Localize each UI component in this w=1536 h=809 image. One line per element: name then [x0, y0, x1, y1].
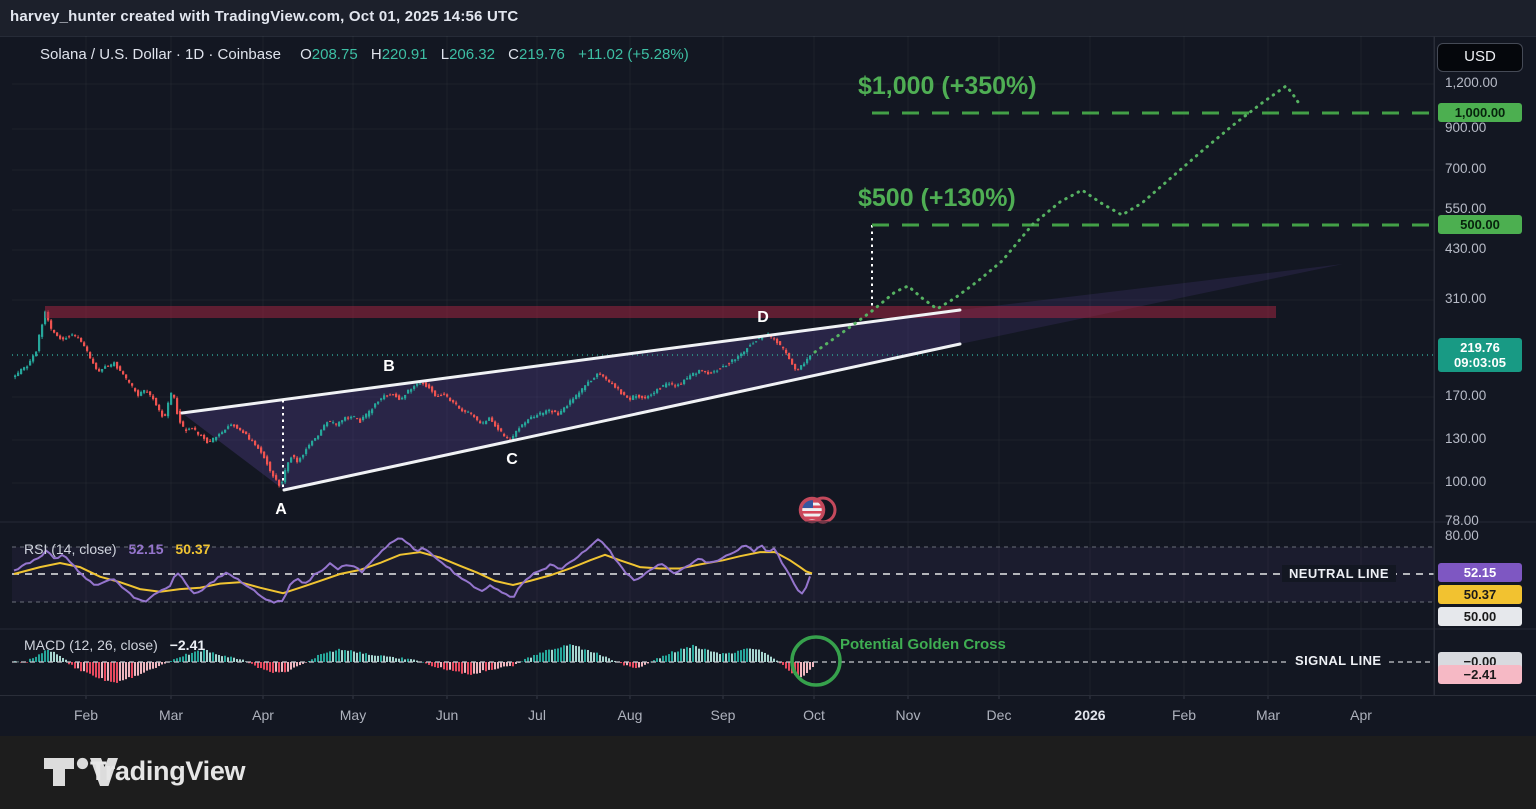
target-annotation-500: $500 (+130%)	[858, 184, 1016, 213]
golden-cross-annotation: Potential Golden Cross	[840, 636, 1006, 653]
wedge-label-A: A	[275, 501, 287, 518]
time-axis-label-Jul: Jul	[528, 707, 546, 723]
price-axis-label: 430.00	[1445, 241, 1531, 256]
price-axis-label: 80.00	[1445, 528, 1531, 543]
price-axis-label: 170.00	[1445, 388, 1531, 403]
change-value: +11.02 (+5.28%)	[578, 46, 689, 63]
symbol-title[interactable]: Solana / U.S. Dollar · 1D · Coinbase	[40, 46, 281, 63]
macd-header: MACD (12, 26, close) −2.41	[24, 637, 205, 653]
time-axis-label-Feb: Feb	[74, 707, 98, 723]
price-axis-label: 310.00	[1445, 291, 1531, 306]
wedge-label-C: C	[506, 451, 518, 468]
high-label: H	[371, 46, 382, 63]
time-axis-label-Sep: Sep	[711, 707, 736, 723]
price-badge-241: −2.41	[1438, 665, 1522, 684]
price-badge-50000: 500.00	[1438, 215, 1522, 234]
open-value: 208.75	[312, 46, 358, 63]
neutral-line-label: NEUTRAL LINE	[1282, 565, 1396, 582]
time-axis-label-Feb: Feb	[1172, 707, 1196, 723]
signal-line-label: SIGNAL LINE	[1288, 652, 1389, 669]
macd-title: MACD (12, 26, close)	[24, 637, 158, 653]
footer-bar: TradingView	[0, 736, 1536, 809]
time-axis-label-Jun: Jun	[436, 707, 459, 723]
price-badge-5037: 50.37	[1438, 585, 1522, 604]
high-value: 220.91	[382, 46, 428, 63]
wedge-label-D: D	[757, 309, 769, 326]
symbol-info-row: Solana / U.S. Dollar · 1D · Coinbase O20…	[40, 46, 689, 63]
price-axis-label: 130.00	[1445, 431, 1531, 446]
price-axis-label: 900.00	[1445, 120, 1531, 135]
time-axis-label-Apr: Apr	[1350, 707, 1372, 723]
time-axis-label-May: May	[340, 707, 366, 723]
price-axis-label: 1,200.00	[1445, 75, 1531, 90]
target-annotation-1000: $1,000 (+350%)	[858, 72, 1037, 101]
time-axis-label-Mar: Mar	[159, 707, 183, 723]
wedge-label-B: B	[383, 358, 395, 375]
time-axis-label-2026: 2026	[1074, 707, 1105, 723]
time-axis-label-Dec: Dec	[987, 707, 1012, 723]
time-axis-label-Oct: Oct	[803, 707, 825, 723]
price-badge-5215: 52.15	[1438, 563, 1522, 582]
time-axis-label-Apr: Apr	[252, 707, 274, 723]
low-value: 206.32	[449, 46, 495, 63]
price-axis[interactable]: 1,200.00 900.00 700.00 550.00 430.00 310.00 17…	[1434, 36, 1536, 695]
low-label: L	[441, 46, 449, 63]
close-label: C	[508, 46, 519, 63]
macd-value: −2.41	[170, 637, 205, 653]
price-axis-label: 100.00	[1445, 474, 1531, 489]
price-axis-label: 78.00	[1445, 513, 1531, 528]
open-label: O	[300, 46, 312, 63]
price-badge-21976: 219.76 09:03:05	[1438, 338, 1522, 372]
tradingview-published-chart: harvey_hunter created with TradingView.c…	[0, 0, 1536, 809]
rsi-header: RSI (14, close) 52.15 50.37	[24, 541, 210, 557]
rsi-value: 52.15	[128, 541, 163, 557]
time-axis[interactable]: Feb Mar Apr May Jun Jul Aug Sep Oct Nov Dec 2026 Feb…	[0, 695, 1536, 737]
time-axis-label-Nov: Nov	[896, 707, 921, 723]
price-chart-canvas[interactable]: A B C D	[0, 0, 1536, 809]
rsi-title: RSI (14, close)	[24, 541, 117, 557]
tradingview-brand[interactable]: TradingView	[90, 756, 245, 787]
price-badge-5000: 50.00	[1438, 607, 1522, 626]
time-axis-label-Mar: Mar	[1256, 707, 1280, 723]
close-value: 219.76	[519, 46, 565, 63]
price-axis-label: 550.00	[1445, 201, 1531, 216]
time-axis-label-Aug: Aug	[618, 707, 643, 723]
price-badge-100000: 1,000.00	[1438, 103, 1522, 122]
rsi-ma-value: 50.37	[175, 541, 210, 557]
price-axis-label: 700.00	[1445, 161, 1531, 176]
